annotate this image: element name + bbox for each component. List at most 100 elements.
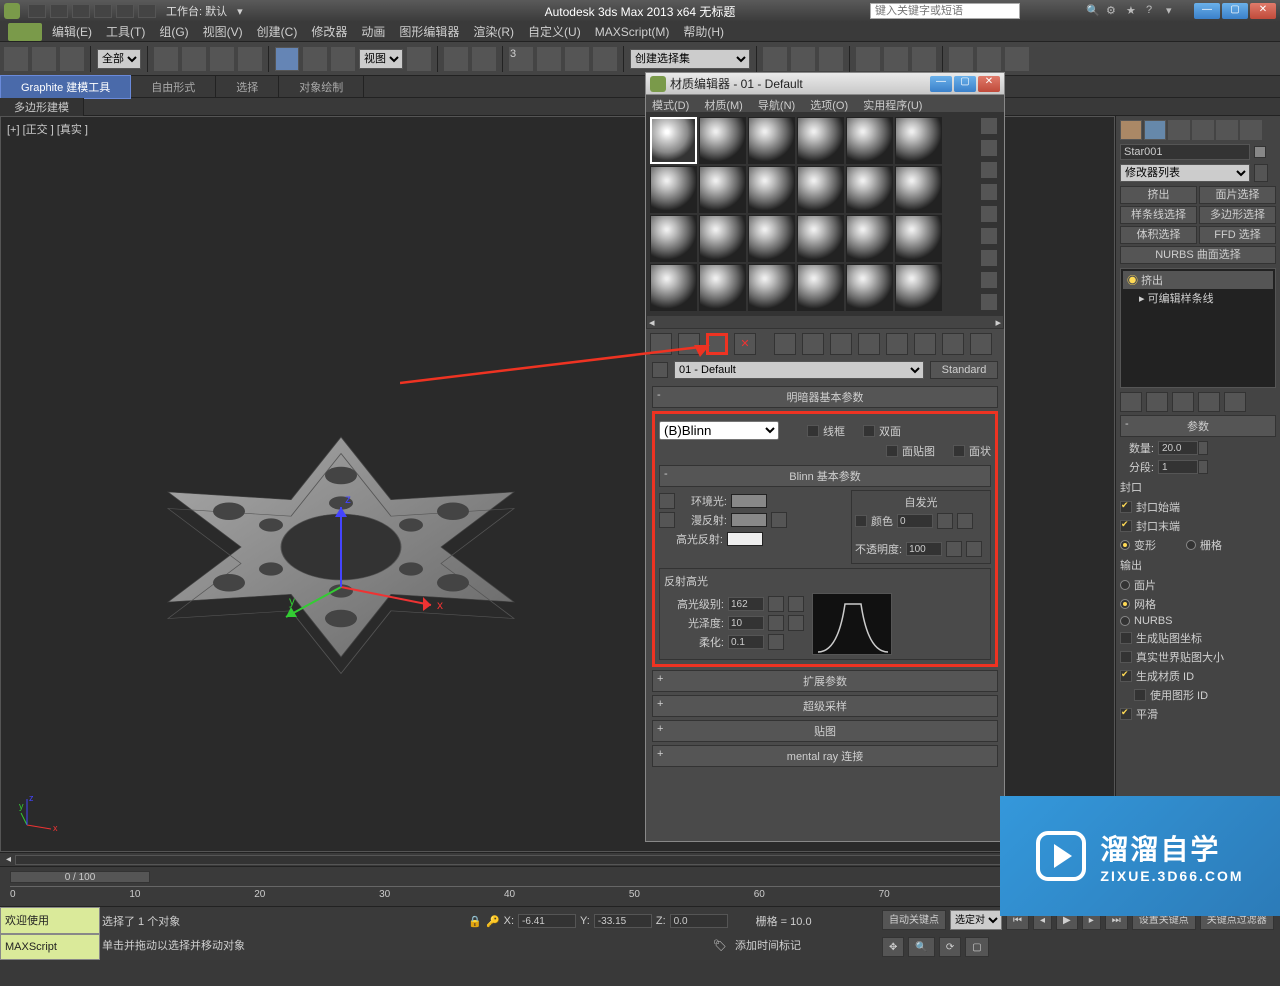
display-tab-icon[interactable] [1216, 120, 1238, 140]
add-timetag[interactable]: 添加时间标记 [735, 937, 801, 953]
snap-icon[interactable]: 3 [509, 47, 533, 71]
background-icon[interactable] [980, 161, 998, 179]
selfillum-color-check[interactable] [855, 515, 867, 527]
qat-redo-icon[interactable] [116, 4, 134, 18]
backlight-icon[interactable] [980, 139, 998, 157]
cap-start-check[interactable] [1120, 501, 1132, 513]
timetag-icon[interactable]: 🏷 [713, 939, 727, 952]
lock-icon[interactable]: 🔒 [468, 915, 482, 928]
rollout-supersample[interactable]: 超级采样 [803, 701, 847, 713]
amount-spinner[interactable] [1158, 441, 1198, 455]
video-check-icon[interactable] [980, 205, 998, 223]
me-menu-util[interactable]: 实用程序(U) [863, 100, 922, 112]
window-cross-icon[interactable] [238, 47, 262, 71]
render-frame-icon[interactable] [977, 47, 1001, 71]
material-slot[interactable] [797, 264, 844, 311]
maximize-button[interactable]: ▢ [1222, 3, 1248, 19]
subtab-polymodel[interactable]: 多边形建模 [0, 98, 84, 116]
spinner-arrows-icon[interactable] [946, 541, 962, 557]
twosided-check[interactable] [863, 425, 875, 437]
sample-type-icon[interactable] [980, 117, 998, 135]
realworld-check[interactable] [1120, 651, 1132, 663]
material-slot[interactable] [699, 166, 746, 213]
render-icon[interactable] [1005, 47, 1029, 71]
material-slot[interactable] [699, 264, 746, 311]
object-name-input[interactable] [1120, 144, 1250, 160]
gloss-map-icon[interactable] [788, 615, 804, 631]
btn-spline-sel[interactable]: 样条线选择 [1120, 206, 1197, 224]
lock-ambient-icon[interactable] [659, 493, 675, 509]
get-material-icon[interactable] [650, 333, 672, 355]
rollout-maps[interactable]: 贴图 [814, 726, 836, 738]
align-icon[interactable] [791, 47, 815, 71]
layer-icon[interactable] [819, 47, 843, 71]
spinner-arrows-icon[interactable] [768, 634, 784, 650]
nav-zoom-icon[interactable]: 🔍 [908, 937, 934, 957]
material-slot[interactable] [895, 117, 942, 164]
move-icon[interactable] [275, 47, 299, 71]
help-search-input[interactable] [870, 3, 1020, 19]
show-end-icon[interactable] [1146, 392, 1168, 412]
make-unique-icon[interactable] [802, 333, 824, 355]
schematic-icon[interactable] [884, 47, 908, 71]
percent-snap-icon[interactable] [565, 47, 589, 71]
key-icon[interactable]: 🔑 [486, 915, 500, 928]
menu-help[interactable]: 帮助(H) [683, 23, 724, 40]
minimize-button[interactable]: — [1194, 3, 1220, 19]
modifier-stack[interactable]: ◉ 挤出 ▸ 可编辑样条线 [1120, 268, 1276, 388]
material-slot[interactable] [699, 215, 746, 262]
menu-group[interactable]: 组(G) [159, 23, 188, 40]
sample-uv-icon[interactable] [980, 183, 998, 201]
me-close-button[interactable]: ✕ [978, 76, 1000, 92]
material-slot[interactable] [797, 166, 844, 213]
menu-create[interactable]: 创建(C) [257, 23, 298, 40]
pin-stack-icon[interactable] [1120, 392, 1142, 412]
material-slot[interactable] [650, 264, 697, 311]
make-preview-icon[interactable] [980, 227, 998, 245]
menu-tools[interactable]: 工具(T) [106, 23, 145, 40]
angle-snap-icon[interactable] [537, 47, 561, 71]
scale-icon[interactable] [331, 47, 355, 71]
nurbs-radio[interactable] [1120, 616, 1130, 626]
specular-color[interactable] [727, 532, 763, 546]
rotate-icon[interactable] [303, 47, 327, 71]
material-slot[interactable] [650, 215, 697, 262]
config-stack-icon[interactable] [1224, 392, 1246, 412]
diffuse-color[interactable] [731, 513, 767, 527]
coord-z-input[interactable] [670, 914, 728, 928]
qat-new-icon[interactable] [28, 4, 46, 18]
qat-undo-icon[interactable] [94, 4, 112, 18]
nav-orbit-icon[interactable]: ⟳ [939, 937, 961, 957]
morph-radio[interactable] [1120, 540, 1130, 550]
nav-pan-icon[interactable]: ✥ [882, 937, 904, 957]
facemap-check[interactable] [886, 445, 898, 457]
unique-icon[interactable] [1172, 392, 1194, 412]
material-slot[interactable] [650, 117, 697, 164]
tab-graphite[interactable]: Graphite 建模工具 [0, 75, 131, 99]
create-tab-icon[interactable] [1120, 120, 1142, 140]
genmap-check[interactable] [1120, 632, 1132, 644]
matid-channel-icon[interactable] [858, 333, 880, 355]
selection-filter[interactable]: 全部 [97, 49, 141, 69]
menu-maxscript[interactable]: MAXScript(M) [595, 25, 670, 39]
key-selset[interactable]: 选定对 [950, 910, 1002, 930]
coord-y-input[interactable] [594, 914, 652, 928]
tab-selection[interactable]: 选择 [216, 76, 279, 98]
select-icon[interactable] [154, 47, 178, 71]
manip-icon[interactable] [444, 47, 468, 71]
curve-editor-icon[interactable] [856, 47, 880, 71]
keymode-icon[interactable] [472, 47, 496, 71]
bind-icon[interactable] [60, 47, 84, 71]
btn-ffd-sel[interactable]: FFD 选择 [1199, 226, 1276, 244]
select-rect-icon[interactable] [210, 47, 234, 71]
shader-type-select[interactable]: (B)Blinn [659, 421, 779, 440]
tab-freeform[interactable]: 自由形式 [131, 76, 216, 98]
material-slot[interactable] [895, 264, 942, 311]
soften-spinner[interactable] [728, 635, 764, 649]
menu-render[interactable]: 渲染(R) [473, 23, 514, 40]
object-color-swatch[interactable] [1254, 146, 1266, 158]
material-name-select[interactable]: 01 - Default [674, 361, 924, 379]
go-parent-icon[interactable] [942, 333, 964, 355]
spinner-arrows-icon[interactable] [768, 596, 784, 612]
app-button[interactable] [8, 23, 42, 41]
